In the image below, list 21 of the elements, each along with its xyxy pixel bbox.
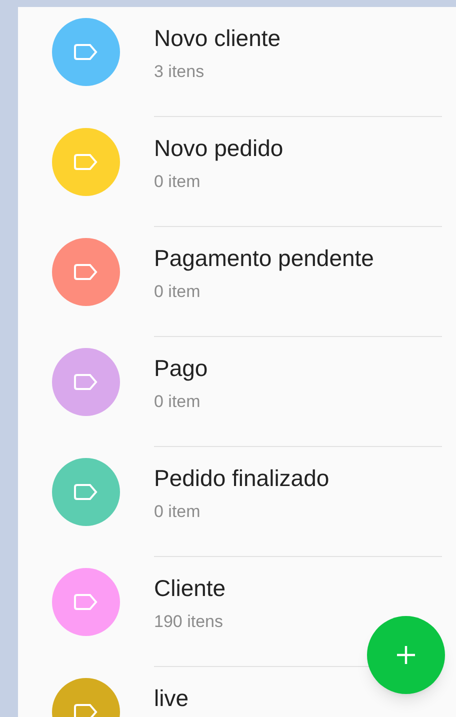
label-name[interactable]: live: [154, 684, 189, 712]
item-count: 190 itens: [154, 611, 223, 633]
label-name[interactable]: Pedido finalizado: [154, 464, 330, 492]
item-count: 3 itens: [154, 61, 204, 83]
tag-icon: [74, 704, 98, 717]
item-count: 0 item: [154, 391, 200, 413]
item-count: 0 item: [154, 501, 200, 523]
plus-icon: [396, 645, 416, 665]
label-name[interactable]: Cliente: [154, 574, 226, 602]
tag-icon: [74, 44, 98, 60]
label-name[interactable]: Novo pedido: [154, 134, 284, 162]
label-name[interactable]: Pago: [154, 354, 208, 382]
tag-icon: [74, 594, 98, 610]
tag-icon: [74, 374, 98, 390]
label-name[interactable]: Pagamento pendente: [154, 244, 374, 272]
item-count: 0 item: [154, 171, 200, 193]
tag-icon: [74, 264, 98, 280]
tag-icon: [74, 154, 98, 170]
label-name[interactable]: Novo cliente: [154, 24, 281, 52]
tag-icon: [74, 484, 98, 500]
item-count: 0 item: [154, 281, 200, 303]
